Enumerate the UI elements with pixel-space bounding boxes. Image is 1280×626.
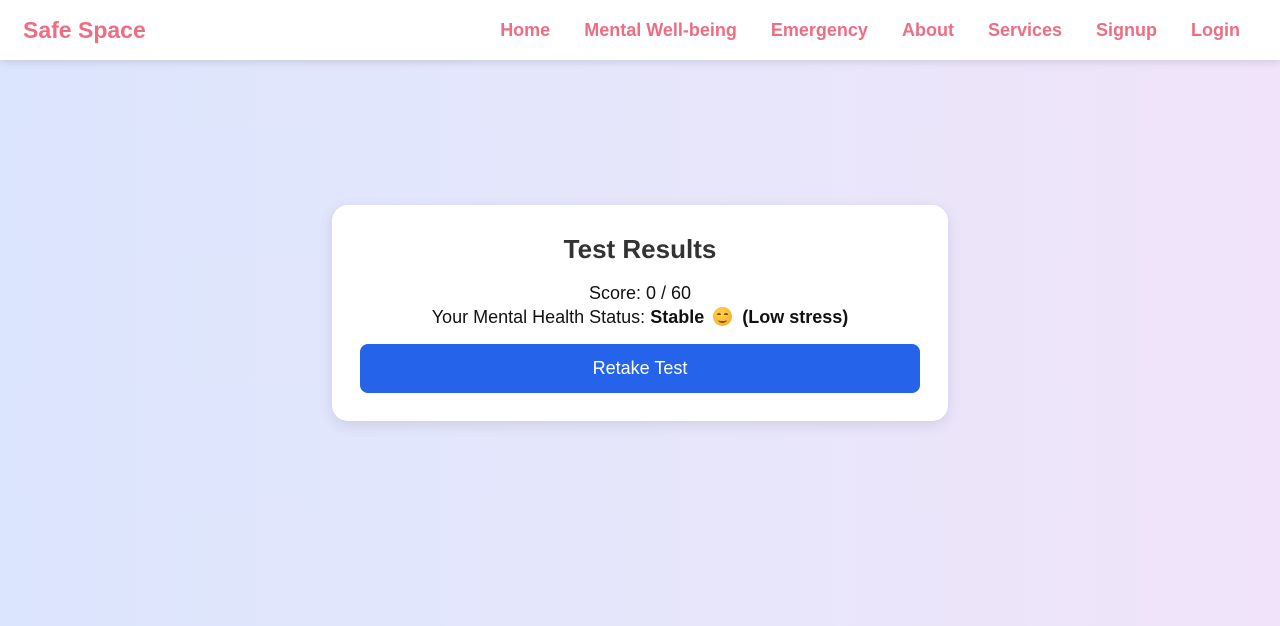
nav-link-home[interactable]: Home bbox=[500, 19, 550, 41]
status-note: (Low stress) bbox=[742, 307, 849, 327]
nav-link-mental-well-being[interactable]: Mental Well-being bbox=[584, 19, 737, 41]
nav-link-emergency[interactable]: Emergency bbox=[771, 19, 868, 41]
score-text: Score: 0 / 60 bbox=[588, 283, 692, 303]
brand-logo-link[interactable]: Safe Space bbox=[23, 17, 146, 43]
nav-link-about[interactable]: About bbox=[902, 19, 954, 41]
retake-test-button[interactable]: Retake Test bbox=[360, 344, 920, 393]
status-prefix: Your Mental Health Status: bbox=[431, 307, 646, 327]
results-title: Test Results bbox=[563, 234, 717, 264]
status-line: Your Mental Health Status: Stable (Low s… bbox=[332, 306, 948, 328]
nav-link-services[interactable]: Services bbox=[988, 19, 1062, 41]
test-results-card: Test Results Score: 0 / 60 Your Mental H… bbox=[332, 205, 948, 421]
status-value: Stable bbox=[650, 307, 705, 327]
smiling-face-icon bbox=[713, 307, 733, 326]
nav-links: Home Mental Well-being Emergency About S… bbox=[466, 19, 1240, 41]
top-navbar: Safe Space Home Mental Well-being Emerge… bbox=[0, 0, 1280, 60]
nav-link-signup[interactable]: Signup bbox=[1096, 19, 1157, 41]
nav-link-login[interactable]: Login bbox=[1191, 19, 1240, 41]
